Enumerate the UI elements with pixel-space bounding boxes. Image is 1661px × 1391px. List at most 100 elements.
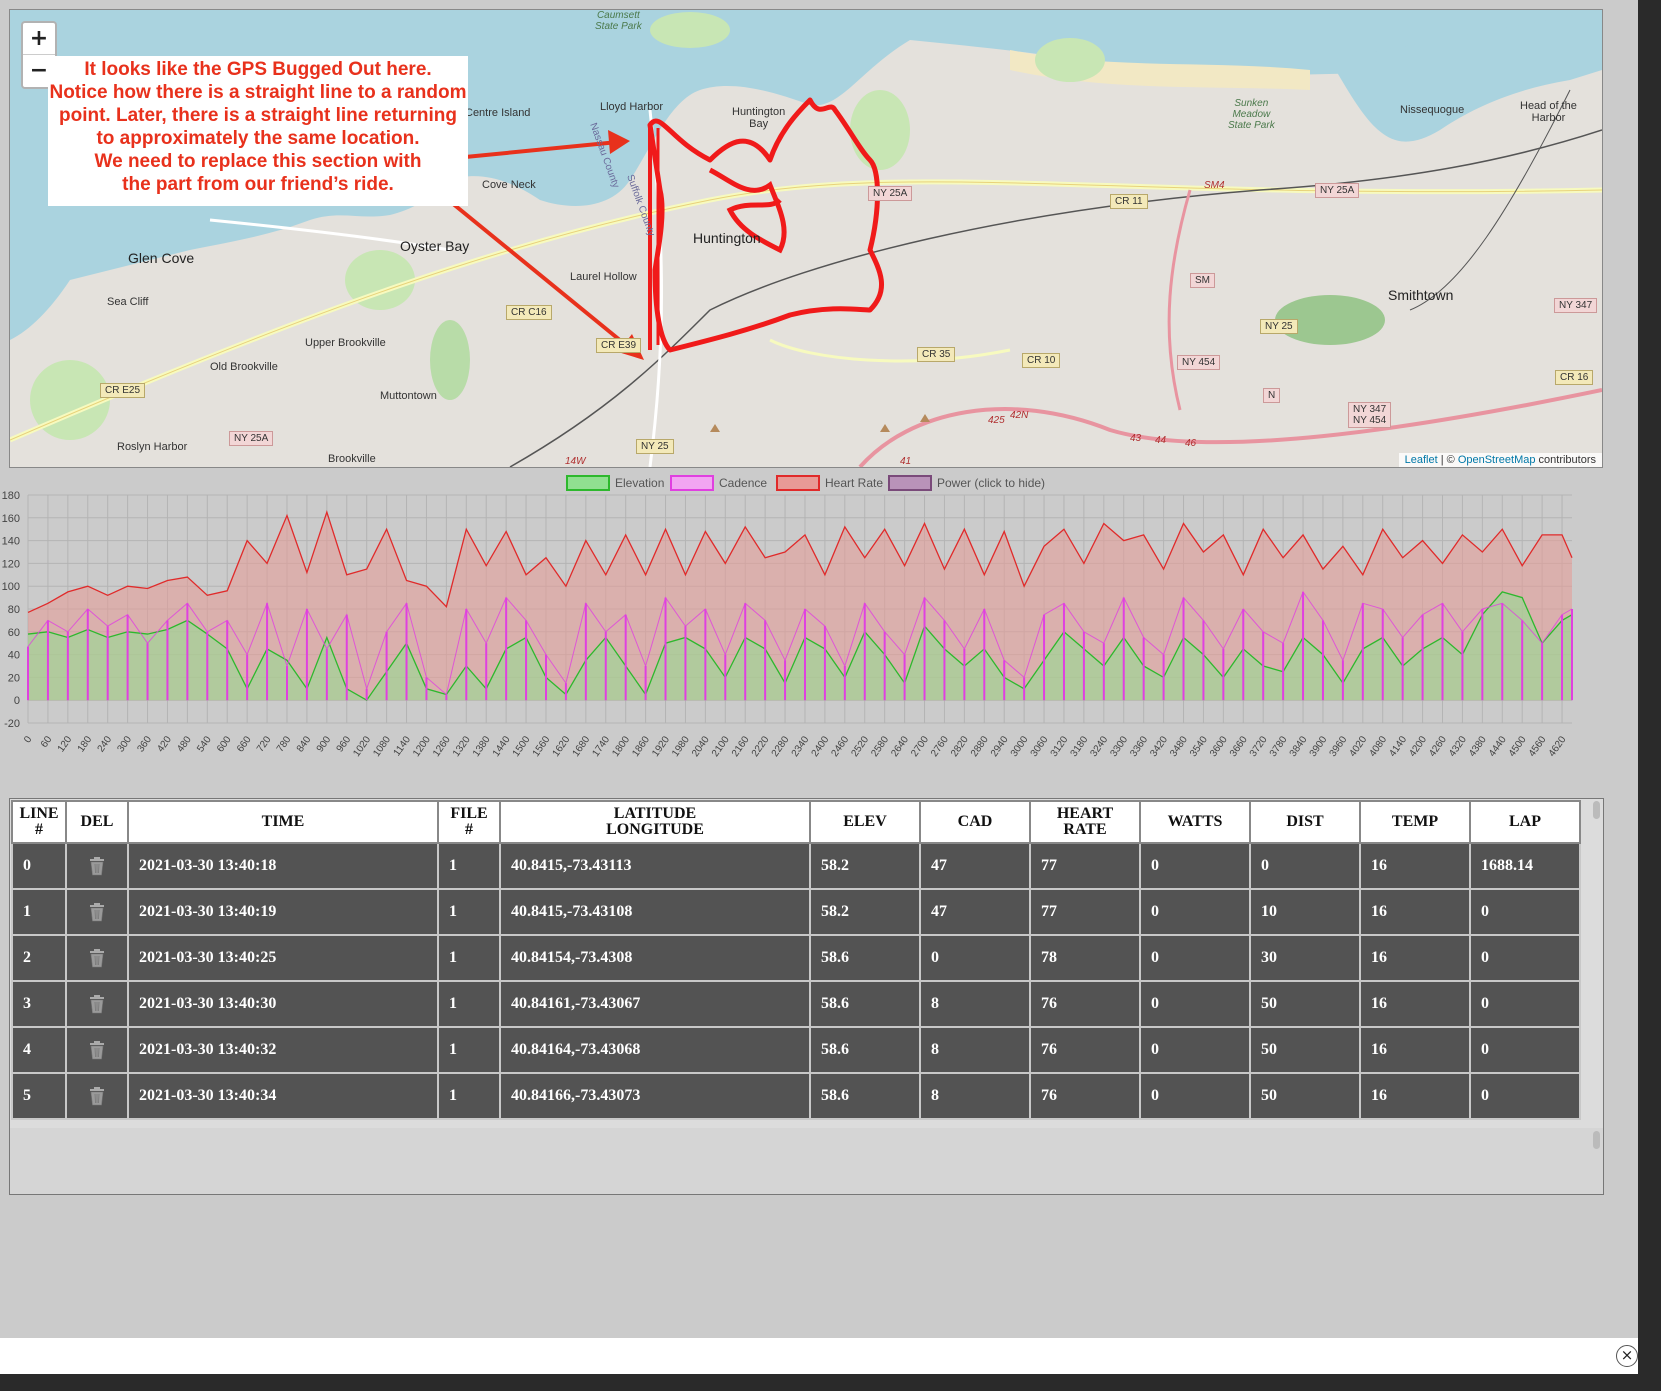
- label-smithtown: Smithtown: [1388, 287, 1454, 303]
- x-tick-label: 240: [96, 734, 115, 754]
- legend-power[interactable]: Power (click to hide): [888, 475, 1045, 491]
- label-r43: 43: [1130, 433, 1142, 444]
- cell-lap: 0: [1469, 980, 1581, 1028]
- column-header: FILE #: [437, 800, 501, 844]
- cell-del[interactable]: [65, 888, 129, 936]
- cell-del[interactable]: [65, 980, 129, 1028]
- label-cove-neck: Cove Neck: [482, 179, 536, 191]
- cell-watts: 0: [1139, 888, 1251, 936]
- label-sm4: SM4: [1204, 180, 1225, 191]
- table-header-row: LINE # DEL TIME FILE # LATITUDE LONGITUDE ELEV CA…: [11, 800, 1581, 844]
- x-tick-label: 1500: [511, 734, 533, 759]
- close-button[interactable]: ×: [1616, 1345, 1638, 1367]
- x-tick-label: 2400: [810, 734, 832, 759]
- cell-heart-rate: 78: [1029, 934, 1141, 982]
- table-row[interactable]: 3 2021-03-30 13:40:30 1 40.84161,-73.43067 5…: [11, 980, 1581, 1028]
- cell-lap: 0: [1469, 888, 1581, 936]
- y-tick-label: 180: [2, 490, 20, 502]
- cell-del[interactable]: [65, 1026, 129, 1074]
- cell-temp: 16: [1359, 980, 1471, 1028]
- trash-icon[interactable]: [88, 994, 106, 1014]
- x-tick-label: 2520: [849, 734, 871, 759]
- attribution-separator: | ©: [1437, 454, 1458, 466]
- x-tick-label: 3000: [1009, 734, 1031, 759]
- table-row[interactable]: 1 2021-03-30 13:40:19 1 40.8415,-73.43108 58…: [11, 888, 1581, 936]
- label-caumsett: Caumsett State Park: [595, 10, 642, 32]
- cell-cad: 8: [919, 1072, 1031, 1120]
- ride-chart: Elevation Cadence Heart Rate Power (clic…: [0, 470, 1620, 800]
- cell-watts: 0: [1139, 1072, 1251, 1120]
- legend-label: Heart Rate: [825, 476, 884, 490]
- x-tick-label: 4500: [1507, 734, 1529, 759]
- label-muttontown: Muttontown: [380, 390, 437, 402]
- label-r14w: 14W: [565, 456, 586, 467]
- map-attribution: Leaflet | © OpenStreetMap contributors: [1398, 453, 1602, 467]
- trash-icon[interactable]: [88, 1040, 106, 1060]
- label-r44: 44: [1155, 435, 1167, 446]
- cell-line: 5: [11, 1072, 67, 1120]
- shield-cr-e39: CR E39: [596, 338, 642, 353]
- column-header: WATTS: [1139, 800, 1251, 844]
- x-tick-label: 780: [275, 734, 294, 754]
- table-row[interactable]: 5 2021-03-30 13:40:34 1 40.84166,-73.43073 5…: [11, 1072, 1581, 1120]
- main-panel: Caumsett State Park Lloyd Harbor Centre …: [0, 0, 1638, 1338]
- table-scrollbar[interactable]: [1593, 801, 1600, 819]
- x-tick-label: 1560: [531, 734, 553, 759]
- trash-icon[interactable]: [88, 948, 106, 968]
- cell-elev: 58.6: [809, 980, 921, 1028]
- cell-temp: 16: [1359, 888, 1471, 936]
- label-brookville: Brookville: [328, 453, 376, 465]
- legend-heart-rate[interactable]: Heart Rate: [776, 475, 883, 491]
- label-r42n: 42N: [1010, 410, 1029, 421]
- cell-cad: 0: [919, 934, 1031, 982]
- leaflet-link[interactable]: Leaflet: [1405, 454, 1438, 466]
- zoom-in-button[interactable]: +: [23, 23, 55, 55]
- secondary-scrollbar[interactable]: [1593, 1131, 1600, 1149]
- column-header: TEMP: [1359, 800, 1471, 844]
- legend-label: Power (click to hide): [937, 476, 1046, 490]
- cell-latlon: 40.8415,-73.43108: [499, 888, 811, 936]
- cell-del[interactable]: [65, 1072, 129, 1120]
- cell-file: 1: [437, 934, 501, 982]
- shield-cr16: CR 16: [1555, 370, 1594, 385]
- table-row[interactable]: 4 2021-03-30 13:40:32 1 40.84164,-73.43068 5…: [11, 1026, 1581, 1074]
- x-tick-label: 1920: [650, 734, 672, 759]
- cell-elev: 58.2: [809, 842, 921, 890]
- cell-del[interactable]: [65, 934, 129, 982]
- table-row[interactable]: 2 2021-03-30 13:40:25 1 40.84154,-73.4308 58…: [11, 934, 1581, 982]
- y-tick-label: 100: [2, 581, 20, 593]
- x-tick-label: 3480: [1168, 734, 1190, 759]
- x-tick-label: 180: [76, 734, 95, 754]
- table-row[interactable]: 0 2021-03-30 13:40:18 1 40.8415,-73.43113 58…: [11, 842, 1581, 890]
- route-map[interactable]: Caumsett State Park Lloyd Harbor Centre …: [9, 9, 1603, 468]
- y-tick-label: 0: [14, 695, 20, 707]
- trash-icon[interactable]: [88, 856, 106, 876]
- cell-latlon: 40.84161,-73.43067: [499, 980, 811, 1028]
- cell-time: 2021-03-30 13:40:30: [127, 980, 439, 1028]
- osm-link[interactable]: OpenStreetMap: [1458, 454, 1536, 466]
- cell-lap: 0: [1469, 1072, 1581, 1120]
- cell-del[interactable]: [65, 842, 129, 890]
- legend-swatch-cadence: [670, 475, 714, 491]
- x-tick-label: 4080: [1367, 734, 1389, 759]
- y-tick-label: 60: [8, 627, 20, 639]
- cell-file: 1: [437, 1072, 501, 1120]
- column-header-line1: WATTS: [1167, 813, 1223, 830]
- data-table: LINE # DEL TIME FILE # LATITUDE LONGITUDE ELEV CA…: [11, 800, 1581, 1120]
- x-tick-label: 4560: [1527, 734, 1549, 759]
- label-huntington: Huntington: [693, 230, 761, 246]
- x-tick-label: 3540: [1188, 734, 1210, 759]
- cell-watts: 0: [1139, 934, 1251, 982]
- trash-icon[interactable]: [88, 902, 106, 922]
- x-tick-label: 3600: [1208, 734, 1230, 759]
- cell-cad: 8: [919, 1026, 1031, 1074]
- legend-cadence[interactable]: Cadence: [670, 475, 767, 491]
- shield-ny25: NY 25: [1260, 319, 1298, 334]
- data-table-container[interactable]: LINE # DEL TIME FILE # LATITUDE LONGITUDE ELEV CA…: [9, 798, 1604, 1130]
- legend-elevation[interactable]: Elevation: [566, 475, 664, 491]
- trash-icon[interactable]: [88, 1086, 106, 1106]
- cell-lap: 0: [1469, 934, 1581, 982]
- column-header: LATITUDE LONGITUDE: [499, 800, 811, 844]
- x-tick-label: 1980: [670, 734, 692, 759]
- x-tick-label: 4140: [1387, 734, 1409, 759]
